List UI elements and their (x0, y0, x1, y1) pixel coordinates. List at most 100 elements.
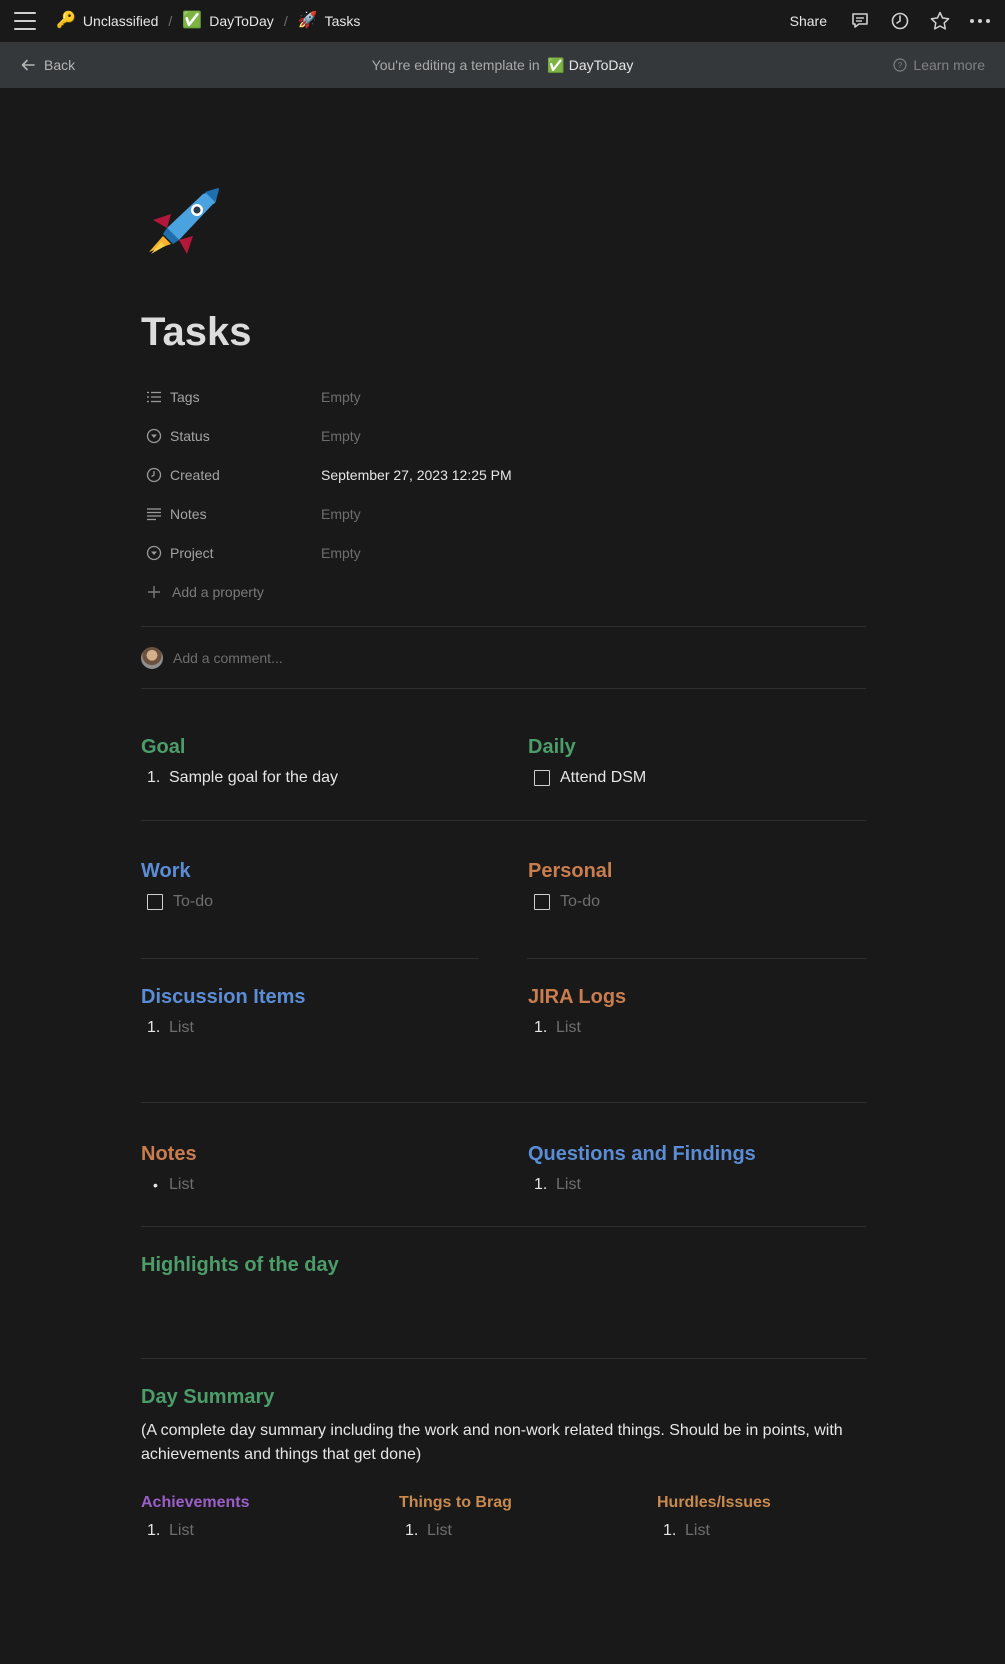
property-value[interactable]: Empty (321, 506, 361, 522)
todo-item[interactable]: Attend DSM (528, 769, 866, 787)
comment-input[interactable]: Add a comment... (173, 650, 283, 666)
hurdles-section: Hurdles/Issues 1. List (657, 1494, 866, 1540)
check-mark-icon: ✅ (547, 56, 565, 73)
property-project[interactable]: Project Empty (141, 533, 866, 572)
todo-placeholder[interactable]: To-do (560, 893, 600, 911)
list-item[interactable]: 1. List (141, 1019, 479, 1037)
add-property-button[interactable]: Add a property (141, 572, 866, 611)
list-placeholder[interactable]: List (427, 1522, 452, 1540)
section-heading[interactable]: Discussion Items (141, 986, 479, 1009)
page-title[interactable]: Tasks (141, 310, 251, 355)
list-number: 1. (147, 1019, 161, 1036)
section-heading[interactable]: Hurdles/Issues (657, 1494, 866, 1512)
section-heading[interactable]: Notes (141, 1143, 479, 1166)
list-item[interactable]: • List (141, 1176, 479, 1194)
breadcrumb-separator: / (283, 13, 288, 29)
list-item[interactable]: 1. Sample goal for the day (141, 769, 501, 787)
breadcrumb-item-unclassified[interactable]: 🔑 Unclassified (56, 13, 158, 30)
section-heading[interactable]: Day Summary (141, 1386, 866, 1409)
section-heading[interactable]: Things to Brag (399, 1494, 629, 1512)
property-created[interactable]: Created September 27, 2023 12:25 PM (141, 455, 866, 494)
menu-icon[interactable] (14, 12, 36, 30)
property-value[interactable]: Empty (321, 389, 361, 405)
breadcrumb-label: DayToDay (209, 13, 274, 29)
comment-icon[interactable] (849, 10, 871, 32)
section-heading[interactable]: Work (141, 860, 479, 883)
top-bar: 🔑 Unclassified / ✅ DayToDay / 🚀 Tasks Sh… (0, 0, 1005, 42)
avatar (141, 647, 163, 669)
property-label: Status (170, 427, 210, 444)
properties-list: Tags Empty Status Empty Created Septembe… (141, 377, 866, 611)
list-placeholder[interactable]: List (556, 1176, 581, 1194)
add-property-label: Add a property (172, 583, 264, 600)
list-placeholder[interactable]: List (169, 1522, 194, 1540)
property-name: Tags (141, 389, 321, 405)
template-banner: Back You're editing a template in ✅ DayT… (0, 42, 1005, 88)
more-options-icon[interactable] (969, 10, 991, 32)
property-name: Project (141, 545, 321, 561)
template-notice-text: You're editing a template in (371, 56, 540, 73)
divider (527, 958, 866, 959)
list-number: 1. (534, 1019, 548, 1036)
property-value[interactable]: Empty (321, 428, 361, 444)
history-clock-icon[interactable] (889, 10, 911, 32)
highlights-section: Highlights of the day (141, 1254, 866, 1287)
breadcrumb-item-daytoday[interactable]: ✅ DayToDay (182, 12, 274, 30)
breadcrumb-item-tasks[interactable]: 🚀 Tasks (298, 13, 361, 30)
list-item[interactable]: 1. List (657, 1522, 866, 1540)
section-heading[interactable]: JIRA Logs (528, 986, 866, 1009)
back-button[interactable]: Back (20, 57, 75, 73)
breadcrumb: 🔑 Unclassified / ✅ DayToDay / 🚀 Tasks (56, 12, 361, 30)
personal-section: Personal To-do (528, 860, 866, 911)
property-label: Tags (170, 388, 200, 405)
checkbox[interactable] (534, 894, 550, 910)
todo-item[interactable]: To-do (528, 893, 866, 911)
list-number: 1. (534, 1176, 548, 1193)
divider (141, 1358, 866, 1359)
learn-more-label: Learn more (913, 57, 985, 73)
share-button[interactable]: Share (790, 13, 827, 29)
list-placeholder[interactable]: List (685, 1522, 710, 1540)
svg-text:?: ? (898, 61, 903, 70)
divider (141, 820, 866, 821)
property-label: Created (170, 466, 220, 483)
list-item[interactable]: 1. List (399, 1522, 629, 1540)
todo-text[interactable]: Attend DSM (560, 769, 646, 787)
learn-more-link[interactable]: ? Learn more (893, 57, 985, 73)
list-item-text[interactable]: Sample goal for the day (169, 769, 338, 787)
todo-placeholder[interactable]: To-do (173, 893, 213, 911)
list-item[interactable]: 1. List (141, 1522, 371, 1540)
divider (141, 1102, 866, 1103)
daily-section: Daily Attend DSM (528, 736, 866, 787)
list-icon (147, 391, 161, 402)
property-name: Created (141, 467, 321, 483)
star-icon[interactable] (929, 10, 951, 32)
property-tags[interactable]: Tags Empty (141, 377, 866, 416)
list-placeholder[interactable]: List (169, 1019, 194, 1037)
list-placeholder[interactable]: List (556, 1019, 581, 1037)
back-label: Back (44, 57, 76, 73)
rocket-page-icon[interactable] (141, 184, 223, 266)
summary-description[interactable]: (A complete day summary including the wo… (141, 1419, 866, 1467)
checkbox[interactable] (534, 770, 550, 786)
section-heading[interactable]: Highlights of the day (141, 1254, 866, 1277)
list-placeholder[interactable]: List (169, 1176, 194, 1194)
check-mark-icon: ✅ (182, 12, 203, 29)
divider (141, 958, 479, 959)
list-item[interactable]: 1. List (528, 1176, 866, 1194)
todo-item[interactable]: To-do (141, 893, 479, 911)
comment-box[interactable]: Add a comment... (141, 647, 283, 669)
section-heading[interactable]: Questions and Findings (528, 1143, 866, 1166)
property-notes[interactable]: Notes Empty (141, 494, 866, 533)
list-item[interactable]: 1. List (528, 1019, 866, 1037)
section-heading[interactable]: Achievements (141, 1494, 371, 1512)
checkbox[interactable] (147, 894, 163, 910)
breadcrumb-separator: / (168, 13, 173, 29)
section-heading[interactable]: Daily (528, 736, 866, 759)
section-heading[interactable]: Goal (141, 736, 501, 759)
section-heading[interactable]: Personal (528, 860, 866, 883)
database-name: DayToDay (568, 56, 634, 73)
list-number: 1. (663, 1522, 677, 1539)
property-status[interactable]: Status Empty (141, 416, 866, 455)
property-value[interactable]: Empty (321, 545, 361, 561)
